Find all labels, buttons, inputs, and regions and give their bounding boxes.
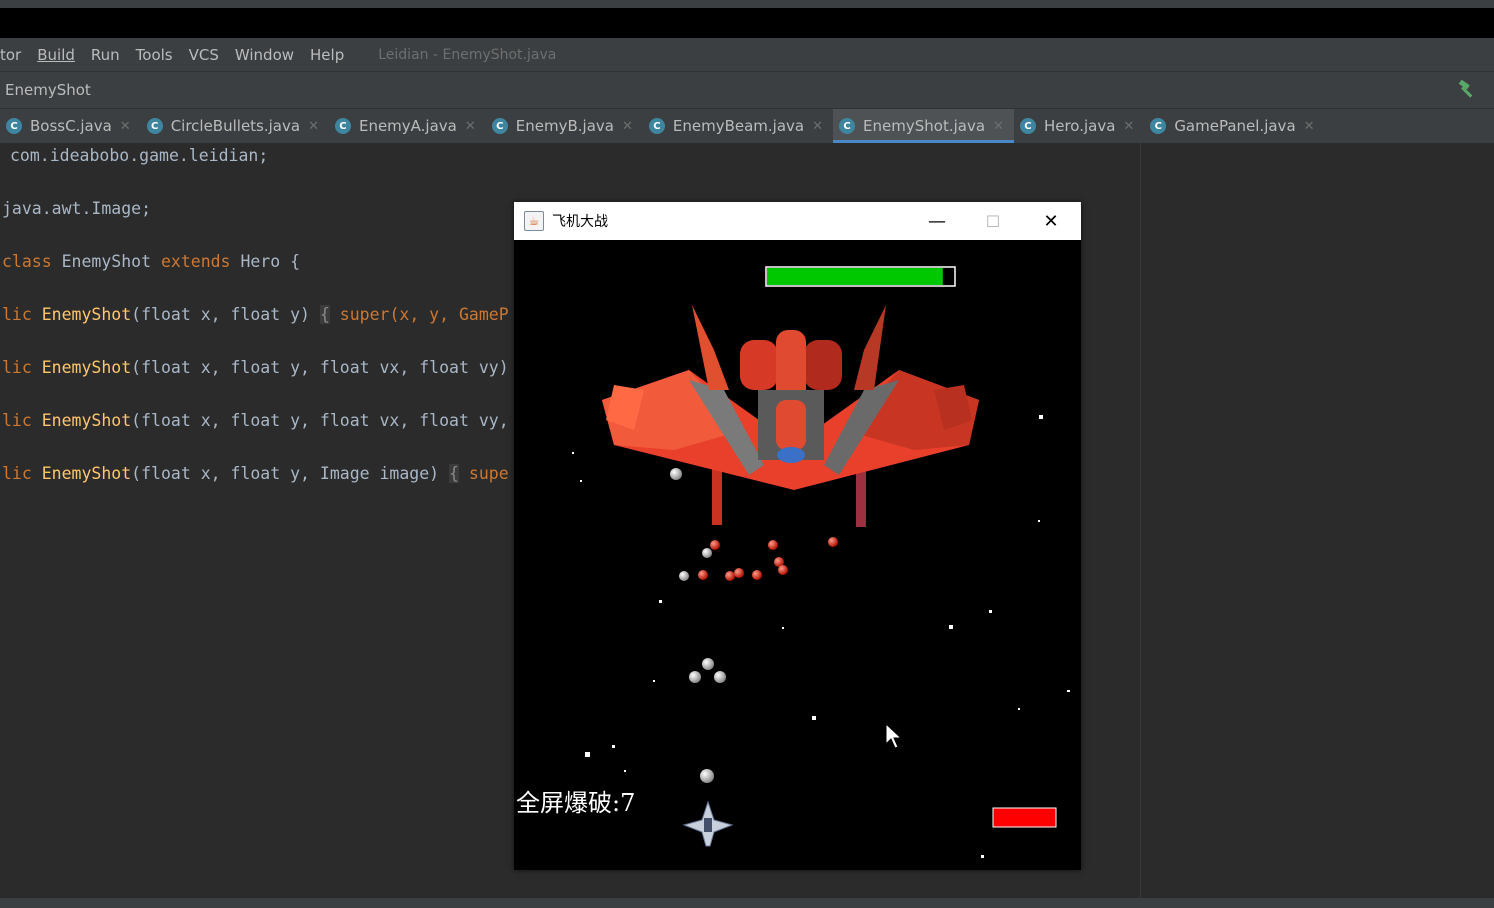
minimize-button[interactable]: —: [910, 202, 964, 240]
folded-block[interactable]: {: [449, 464, 459, 483]
keyword: lic: [2, 305, 32, 324]
player-ship: [682, 800, 734, 847]
menu-item-window[interactable]: Window: [235, 46, 294, 64]
boss-health-bar: [765, 266, 956, 287]
game-window-titlebar[interactable]: ☕ 飞机大战 — ☐ ✕: [514, 202, 1081, 240]
keyword: lic: [2, 358, 32, 377]
superclass: Hero {: [240, 252, 301, 271]
code-line-package: com.ideabobo.game.leidian;: [10, 146, 268, 165]
close-tab-icon[interactable]: ✕: [120, 119, 131, 134]
menu-item-tor[interactable]: tor: [0, 46, 21, 64]
tab-label: GamePanel.java: [1174, 117, 1296, 135]
call-text: super(x, y, GameP: [339, 305, 509, 324]
params: (float x, float y, float vx, float vy,: [131, 411, 509, 430]
game-window-title: 飞机大战: [552, 214, 608, 230]
class-icon: C: [146, 118, 163, 134]
game-scene: [572, 266, 1070, 858]
class-icon: C: [491, 118, 508, 134]
editor-tabs: C BossC.java ✕ C CircleBullets.java ✕ C Enemy…: [0, 109, 1494, 143]
tab-label: EnemyShot.java: [863, 117, 986, 135]
close-tab-icon[interactable]: ✕: [622, 119, 633, 134]
menu-item-vcs[interactable]: VCS: [189, 46, 219, 64]
import-text: java.awt.Image;: [2, 199, 152, 218]
tab-label: EnemyA.java: [358, 117, 457, 135]
code-line-ctor-4: lic EnemyShot(float x, float y, Image im…: [2, 464, 509, 483]
tab-enemya[interactable]: C EnemyA.java ✕: [329, 109, 486, 143]
build-hammer-icon[interactable]: [1456, 80, 1476, 100]
right-margin-guide: [1140, 143, 1141, 898]
game-canvas[interactable]: 全屏爆破:7: [514, 240, 1081, 870]
tab-circlebullets[interactable]: C CircleBullets.java ✕: [141, 109, 329, 143]
call-text: supe: [468, 464, 509, 483]
close-tab-icon[interactable]: ✕: [1123, 119, 1134, 134]
params: (float x, float y, Image image): [131, 464, 440, 483]
keyword: lic: [2, 411, 32, 430]
keyword: extends: [160, 252, 231, 271]
package-name: com.ideabobo.game.leidian;: [10, 146, 269, 165]
maximize-button[interactable]: ☐: [966, 202, 1020, 240]
tab-label: CircleBullets.java: [170, 117, 301, 135]
boss-health-fill: [767, 268, 943, 285]
window-title: Leidian - EnemyShot.java: [378, 46, 557, 63]
breadcrumb[interactable]: EnemyShot: [5, 81, 91, 99]
menu-item-build[interactable]: Build: [37, 46, 75, 64]
player-energy-bar: [992, 807, 1057, 828]
tab-enemybeam[interactable]: C EnemyBeam.java ✕: [643, 109, 833, 143]
tab-label: Hero.java: [1043, 117, 1116, 135]
code-line-import: java.awt.Image;: [2, 199, 151, 218]
tab-hero[interactable]: C Hero.java ✕: [1014, 109, 1144, 143]
close-tab-icon[interactable]: ✕: [308, 119, 319, 134]
close-tab-icon[interactable]: ✕: [993, 119, 1004, 134]
params: (float x, float y): [131, 305, 310, 324]
tab-label: BossC.java: [30, 117, 112, 135]
code-line-class: class EnemyShot extends Hero {: [2, 252, 300, 271]
tab-gamepanel[interactable]: C GamePanel.java ✕: [1144, 109, 1324, 143]
player-bullets: [689, 658, 726, 783]
menu-item-help[interactable]: Help: [310, 46, 344, 64]
tab-bossc[interactable]: C BossC.java ✕: [0, 109, 141, 143]
game-window[interactable]: ☕ 飞机大战 — ☐ ✕ 全屏爆破:7: [514, 202, 1081, 870]
params: (float x, float y, float vx, float vy): [131, 358, 509, 377]
code-line-ctor-2: lic EnemyShot(float x, float y, float vx…: [2, 358, 509, 377]
ide-title-strip: [0, 8, 1494, 38]
class-icon: C: [648, 118, 665, 134]
close-tab-icon[interactable]: ✕: [465, 119, 476, 134]
method-name: EnemyShot: [41, 411, 132, 430]
method-name: EnemyShot: [41, 358, 132, 377]
method-name: EnemyShot: [41, 305, 132, 324]
mouse-cursor-icon: [885, 722, 903, 749]
boss-ship: [602, 305, 979, 527]
menu-item-run[interactable]: Run: [91, 46, 120, 64]
java-cup-icon: ☕: [524, 211, 544, 231]
status-bar: [0, 898, 1494, 908]
class-icon: C: [1150, 118, 1167, 134]
close-tab-icon[interactable]: ✕: [1304, 119, 1315, 134]
class-icon: C: [334, 118, 351, 134]
class-icon: C: [1019, 118, 1036, 134]
keyword: class: [2, 252, 52, 271]
tab-enemyb[interactable]: C EnemyB.java ✕: [486, 109, 643, 143]
keyword: lic: [2, 464, 32, 483]
os-top-strip: [0, 0, 1494, 8]
code-line-ctor-3: lic EnemyShot(float x, float y, float vx…: [2, 411, 509, 430]
close-tab-icon[interactable]: ✕: [812, 119, 823, 134]
tab-label: EnemyBeam.java: [672, 117, 805, 135]
class-icon: C: [6, 118, 22, 134]
close-button[interactable]: ✕: [1024, 202, 1078, 240]
method-name: EnemyShot: [41, 464, 132, 483]
folded-block[interactable]: {: [319, 305, 330, 324]
code-line-ctor-1: lic EnemyShot(float x, float y) { super(…: [2, 305, 509, 324]
class-name: EnemyShot: [61, 252, 152, 271]
menu-item-tools[interactable]: Tools: [136, 46, 173, 64]
bomb-counter: 全屏爆破:7: [516, 789, 636, 817]
class-icon: C: [839, 118, 856, 134]
menu-bar: tor Build Run Tools VCS Window Help Leid…: [0, 38, 1494, 72]
navigation-bar: EnemyShot: [0, 72, 1494, 109]
tab-label: EnemyB.java: [515, 117, 614, 135]
tab-enemyshot[interactable]: C EnemyShot.java ✕: [833, 109, 1014, 143]
